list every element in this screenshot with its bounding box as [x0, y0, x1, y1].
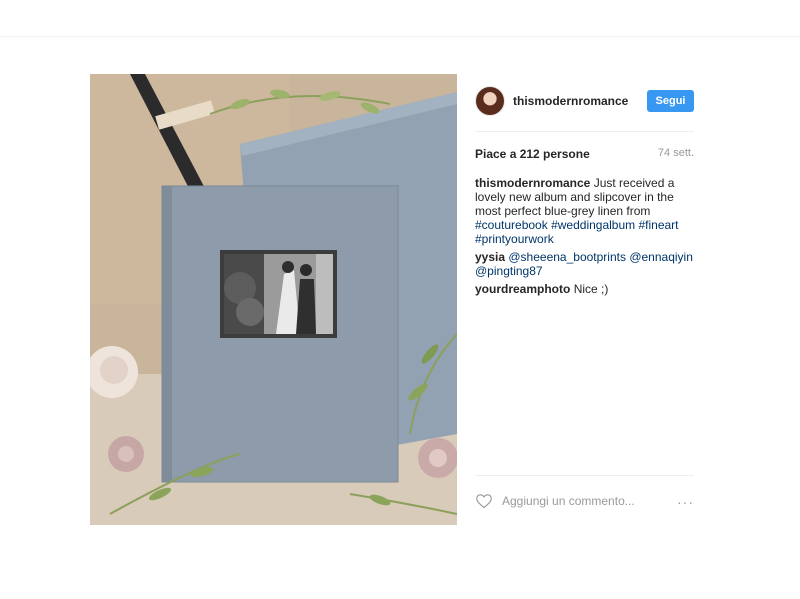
- add-comment-input[interactable]: Aggiungi un commento...: [502, 494, 635, 508]
- album-photo-illustration: [90, 74, 457, 525]
- caption-username[interactable]: thismodernromance: [475, 176, 590, 190]
- comments-list: thismodernromance Just received a lovely…: [475, 176, 697, 300]
- instagram-post: thismodernromance Segui Piace a 212 pers…: [90, 74, 710, 525]
- heart-icon[interactable]: [475, 493, 493, 509]
- username[interactable]: thismodernromance: [513, 94, 628, 108]
- post-side-panel: thismodernromance Segui Piace a 212 pers…: [457, 74, 710, 525]
- hashtag-link[interactable]: #weddingalbum: [551, 218, 635, 232]
- mention-link[interactable]: @sheeena_bootprints: [508, 250, 626, 264]
- comment-item: yysia @sheeena_bootprints @ennaqiyin @pi…: [475, 250, 697, 278]
- comment-username[interactable]: yysia: [475, 250, 505, 264]
- post-header: thismodernromance Segui: [475, 86, 694, 118]
- comment-item: yourdreamphoto Nice ;): [475, 282, 697, 296]
- caption: thismodernromance Just received a lovely…: [475, 176, 697, 246]
- post-photo[interactable]: [90, 74, 457, 525]
- hashtag-link[interactable]: #couturebook: [475, 218, 548, 232]
- mention-link[interactable]: @pingting87: [475, 264, 543, 278]
- more-options-icon[interactable]: ···: [677, 494, 694, 510]
- hashtag-link[interactable]: #fineart: [638, 218, 678, 232]
- actions-divider: [475, 475, 694, 476]
- header-divider: [475, 131, 694, 132]
- follow-button[interactable]: Segui: [647, 90, 694, 112]
- hashtag-link[interactable]: #printyourwork: [475, 232, 554, 246]
- likes-count[interactable]: Piace a 212 persone: [475, 147, 590, 161]
- top-divider: [0, 36, 800, 37]
- avatar[interactable]: [475, 86, 505, 116]
- comment-username[interactable]: yourdreamphoto: [475, 282, 570, 296]
- post-age[interactable]: 74 sett.: [658, 147, 694, 159]
- comment-text: Nice ;): [573, 282, 609, 296]
- mention-link[interactable]: @ennaqiyin: [629, 250, 693, 264]
